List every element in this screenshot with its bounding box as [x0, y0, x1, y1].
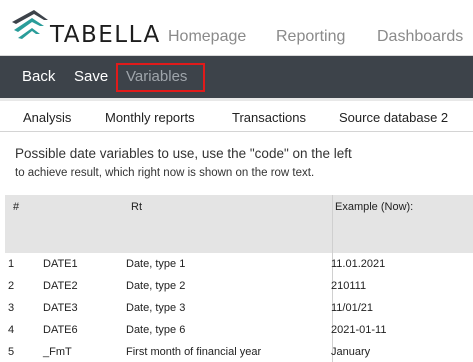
table-row[interactable]: 3 DATE3 Date, type 3 11/01/21 [5, 297, 473, 319]
logo-text: TABELLA [50, 22, 161, 48]
cell-example: 11.01.2021 [331, 258, 386, 270]
subnav-monthly-reports[interactable]: Monthly reports [105, 110, 195, 125]
variables-button[interactable]: Variables [126, 68, 187, 85]
nav-homepage[interactable]: Homepage [168, 28, 246, 46]
description-line-1: Possible date variables to use, use the … [15, 146, 352, 161]
cell-code: DATE6 [43, 324, 78, 336]
cell-number: 4 [8, 324, 15, 336]
cell-number: 3 [8, 302, 15, 314]
column-header-example: Example (Now): [335, 201, 414, 213]
cell-rt: Date, type 6 [126, 324, 186, 336]
cell-code: DATE3 [43, 302, 78, 314]
cell-example: 210111 [331, 280, 367, 292]
subnav-analysis[interactable]: Analysis [23, 110, 71, 125]
tabella-logo-icon [12, 10, 48, 39]
sub-navigation: Analysis Monthly reports Transactions So… [0, 98, 473, 132]
cell-example: January [331, 346, 371, 358]
nav-reporting[interactable]: Reporting [276, 28, 345, 46]
back-button[interactable]: Back [22, 68, 55, 85]
cell-rt: Date, type 1 [126, 258, 186, 270]
table-row[interactable]: 4 DATE6 Date, type 6 2021-01-11 [5, 319, 473, 341]
cell-number: 5 [8, 346, 15, 358]
cell-number: 1 [8, 258, 15, 270]
action-toolbar: Back Save Variables [0, 56, 473, 98]
cell-code: DATE1 [43, 258, 78, 270]
save-button[interactable]: Save [74, 68, 108, 85]
cell-rt: Date, type 2 [126, 280, 186, 292]
app-logo[interactable]: TABELLA [10, 8, 159, 50]
cell-rt: Date, type 3 [126, 302, 186, 314]
cell-rt: First month of financial year [126, 346, 262, 358]
cell-example: 11/01/21 [331, 302, 374, 314]
cell-number: 2 [8, 280, 15, 292]
table-row[interactable]: 5 _FmT First month of financial year Jan… [5, 341, 473, 362]
nav-dashboards[interactable]: Dashboards [377, 28, 463, 46]
cell-example: 2021-01-11 [331, 324, 387, 336]
description-line-2: to achieve result, which right now is sh… [15, 167, 315, 179]
cell-code: DATE2 [43, 280, 78, 292]
table-row[interactable]: 1 DATE1 Date, type 1 11.01.2021 [5, 253, 473, 275]
top-header: TABELLA Homepage Reporting Dashboards [0, 0, 473, 56]
column-header-number: # [13, 201, 20, 213]
subnav-source-database-2[interactable]: Source database 2 [339, 110, 448, 125]
cell-code: _FmT [43, 346, 72, 358]
subnav-transactions[interactable]: Transactions [232, 110, 306, 125]
table-header: # Rt Example (Now): [5, 195, 473, 362]
table-row[interactable]: 2 DATE2 Date, type 2 210111 [5, 275, 473, 297]
column-header-rt: Rt [131, 201, 142, 213]
